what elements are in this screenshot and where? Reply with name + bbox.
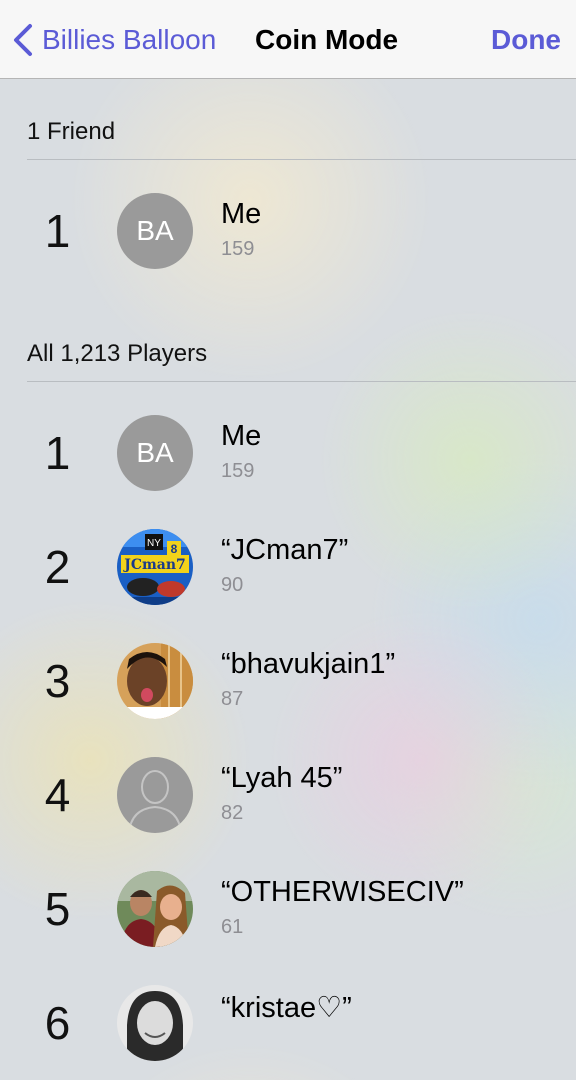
player-score: 159 [221, 238, 255, 260]
avatar [117, 643, 193, 719]
friend-row-me[interactable]: 1 BA Me 159 [0, 174, 576, 288]
avatar-initials: BA [117, 193, 193, 269]
player-name: “JCman7” [221, 534, 349, 566]
player-name: “OTHERWISECIV” [221, 876, 464, 908]
chevron-left-icon [14, 24, 32, 56]
rank-number: 6 [44, 997, 71, 1049]
avatar-image: NY 8 JCman7 [117, 529, 193, 605]
section-divider [27, 159, 576, 160]
rank-number: 1 [44, 205, 71, 257]
avatar-image [117, 871, 193, 947]
avatar-badge: 8 [171, 542, 178, 556]
friends-section-header: 1 Friend [27, 118, 116, 145]
player-score: 82 [221, 802, 244, 824]
avatar-text: JCman7 [122, 557, 186, 573]
avatar: BA [117, 193, 193, 269]
section-divider [27, 381, 576, 382]
player-name: “bhavukjain1” [221, 648, 396, 680]
avatar: NY 8 JCman7 [117, 529, 193, 605]
player-name: “Lyah 45” [221, 762, 343, 794]
rank-number: 5 [44, 883, 71, 935]
avatar [117, 985, 193, 1061]
players-section-header: All 1,213 Players [27, 340, 208, 367]
player-score: 159 [221, 460, 255, 482]
avatar-logo: NY [147, 538, 161, 549]
rank-number: 3 [44, 655, 71, 707]
player-row-3[interactable]: 3 “bhavukjain1” 87 [0, 624, 576, 738]
avatar-image [117, 985, 193, 1061]
player-row-4[interactable]: 4 “Lyah 45” 82 [0, 738, 576, 852]
rank-number: 4 [44, 769, 71, 821]
player-score: 61 [221, 916, 244, 938]
avatar [117, 757, 193, 833]
avatar-image [117, 643, 193, 719]
player-row-6[interactable]: 6 “kristae♡” [0, 966, 576, 1080]
player-row-2[interactable]: 2 NY 8 JCman7 “JCman7” 90 [0, 510, 576, 624]
back-button-label: Billies Balloon [42, 24, 217, 55]
player-score: 90 [221, 574, 244, 596]
player-name: “kristae♡” [221, 992, 352, 1024]
player-row-1[interactable]: 1 BA Me 159 [0, 396, 576, 510]
done-button[interactable]: Done [491, 20, 561, 60]
navigation-bar: Billies Balloon Coin Mode Done [0, 0, 576, 79]
rank-number: 2 [44, 541, 71, 593]
person-placeholder-icon [117, 757, 193, 833]
avatar: BA [117, 415, 193, 491]
rank-number: 1 [44, 427, 71, 479]
back-button[interactable]: Billies Balloon [12, 20, 216, 60]
avatar [117, 871, 193, 947]
player-row-5[interactable]: 5 “OTHERWISECIV” 61 [0, 852, 576, 966]
player-name: Me [221, 198, 262, 230]
avatar-initials: BA [117, 415, 193, 491]
player-name: Me [221, 420, 262, 452]
page-title: Coin Mode [255, 24, 399, 55]
player-score: 87 [221, 688, 244, 710]
